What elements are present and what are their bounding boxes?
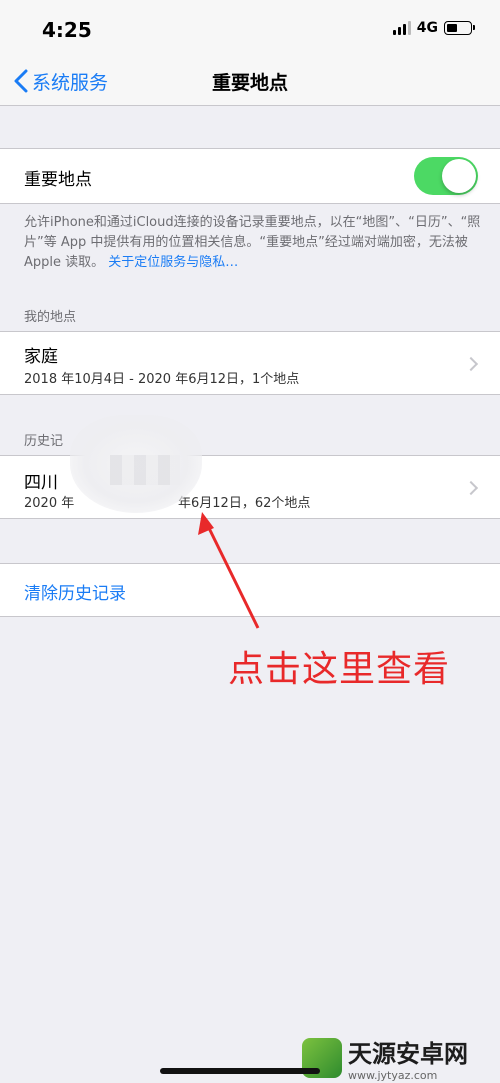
- annotation-text: 点击这里查看: [228, 649, 451, 690]
- watermark: 天源安卓网 www.jytyaz.com: [302, 1034, 468, 1082]
- home-indicator: [160, 1068, 320, 1074]
- watermark-url: www.jytyaz.com: [348, 1069, 438, 1082]
- watermark-name: 天源安卓网: [348, 1040, 468, 1068]
- annotation-arrow: [198, 512, 260, 629]
